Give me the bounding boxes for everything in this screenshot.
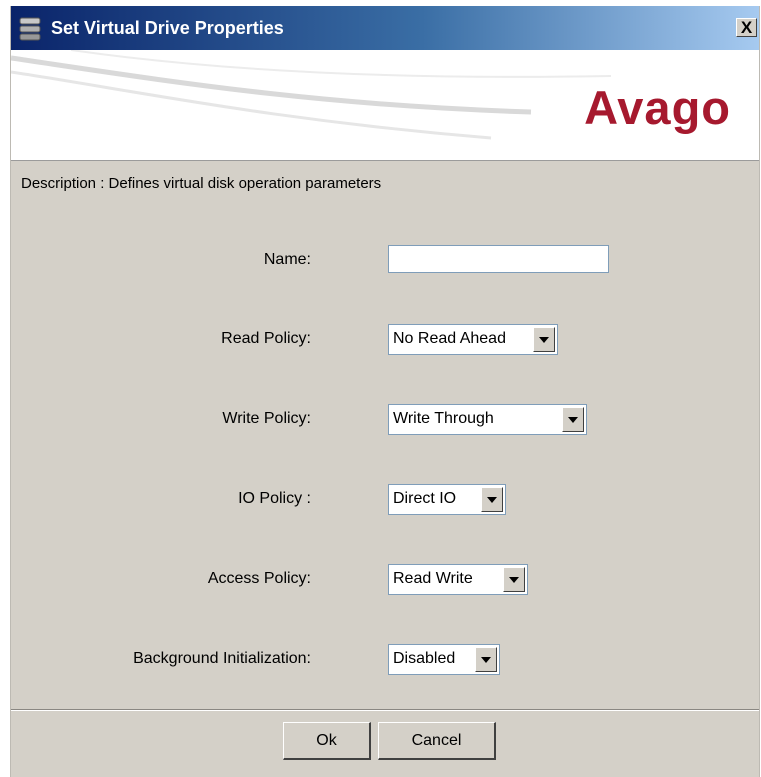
write-policy-label: Write Policy: — [222, 410, 311, 427]
description-text: Description : Defines virtual disk opera… — [21, 175, 382, 192]
write-policy-dropdown-button[interactable] — [562, 407, 584, 432]
chevron-down-icon — [509, 577, 519, 583]
banner: Avago — [11, 50, 759, 161]
set-virtual-drive-properties-dialog: Set Virtual Drive Properties X Avago Des… — [10, 6, 760, 777]
close-button[interactable]: X — [736, 18, 757, 37]
read-policy-select[interactable]: No Read Ahead — [388, 324, 558, 355]
cancel-button[interactable]: Cancel — [378, 722, 496, 760]
io-policy-select[interactable]: Direct IO — [388, 484, 506, 515]
title-bar[interactable]: Set Virtual Drive Properties X — [11, 6, 759, 50]
button-separator — [11, 709, 759, 711]
read-policy-value: No Read Ahead — [393, 330, 506, 347]
read-policy-dropdown-button[interactable] — [533, 327, 555, 352]
name-label: Name: — [263, 251, 311, 268]
close-icon: X — [740, 18, 753, 37]
access-policy-select[interactable]: Read Write — [388, 564, 528, 595]
access-policy-label: Access Policy: — [207, 570, 311, 587]
chevron-down-icon — [568, 417, 578, 423]
access-policy-dropdown-button[interactable] — [503, 567, 525, 592]
avago-logo: Avago — [584, 81, 731, 134]
name-input[interactable] — [388, 245, 609, 273]
ok-button[interactable]: Ok — [283, 722, 371, 760]
chevron-down-icon — [481, 657, 491, 663]
window-title: Set Virtual Drive Properties — [51, 18, 284, 38]
io-policy-dropdown-button[interactable] — [481, 487, 503, 512]
background-initialization-dropdown-button[interactable] — [475, 647, 497, 672]
chevron-down-icon — [487, 497, 497, 503]
write-policy-value: Write Through — [393, 410, 494, 427]
background-initialization-label: Background Initialization: — [133, 650, 311, 667]
write-policy-select[interactable]: Write Through — [388, 404, 587, 435]
chevron-down-icon — [539, 337, 549, 343]
background-initialization-select[interactable]: Disabled — [388, 644, 500, 675]
read-policy-label: Read Policy: — [221, 330, 311, 347]
access-policy-value: Read Write — [393, 570, 473, 587]
io-policy-label: IO Policy : — [238, 490, 311, 507]
database-icon — [19, 17, 41, 41]
background-initialization-value: Disabled — [393, 650, 456, 667]
io-policy-value: Direct IO — [393, 490, 457, 507]
